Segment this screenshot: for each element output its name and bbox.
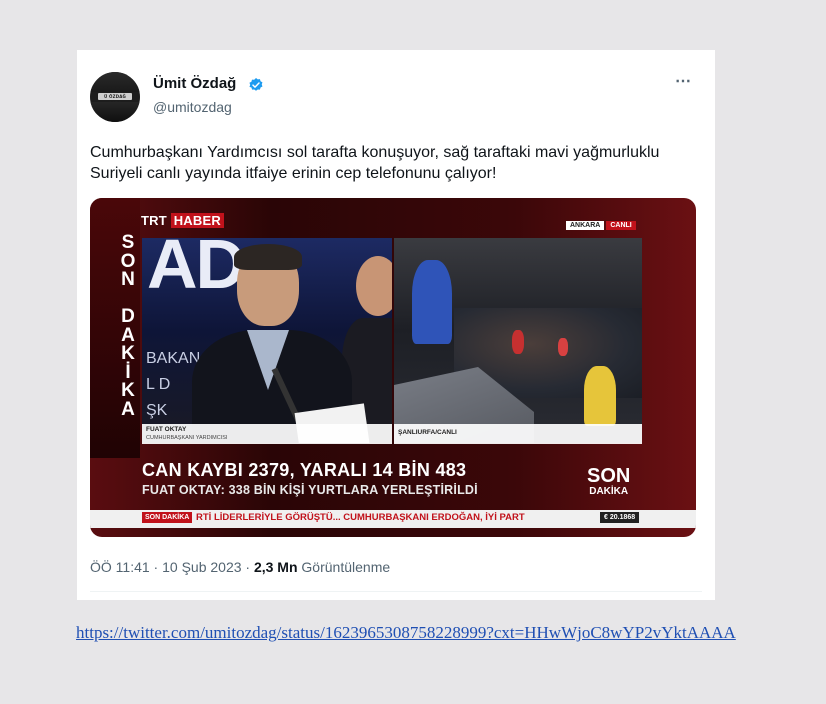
ticker-tag: SON DAKİKA [142, 512, 193, 523]
second-person-head [356, 256, 392, 316]
ticker-stock: € 20.1868 [600, 512, 640, 523]
channel-name: HABER [170, 213, 224, 228]
badge-city: ANKARA [566, 221, 605, 230]
yellow-coat-person [584, 366, 616, 426]
location-caption: ŞANLIURFA/CANLI [398, 429, 457, 436]
author-handle[interactable]: @umitozdag [153, 99, 232, 115]
tweet-card: Ü ÖZDAĞ 1976 Ümit Özdağ @umitozdag ⋯ Cum… [77, 50, 715, 600]
lower-third-right: ŞANLIURFA/CANLI [394, 424, 642, 444]
avatar-top [90, 72, 140, 92]
speaker-name: FUAT OKTAY [146, 426, 187, 433]
backdrop-letters: AD [147, 238, 246, 303]
news-subline: FUAT OKTAY: 338 BİN KİŞİ YURTLARA YERLEŞ… [142, 483, 478, 497]
lower-third-left: FUAT OKTAY CUMHURBAŞKANI YARDIMCISI [142, 424, 392, 444]
avatar-band: Ü ÖZDAĞ 1976 [98, 93, 132, 106]
more-options-icon[interactable]: ⋯ [675, 74, 692, 90]
speaker-hair [234, 244, 302, 270]
avatar-bottom [90, 102, 140, 122]
tweet-meta: ÖÖ 11:41 · 10 Şub 2023 · 2,3 Mn Görüntül… [90, 559, 390, 575]
news-ticker: SON DAKİKA RTİ LİDERLERİYLE GÖRÜŞTÜ... C… [90, 510, 696, 528]
video-panel-left: AD BAKAN L D ŞK [142, 238, 392, 443]
logo-line-1: SON [587, 465, 631, 487]
views-count: 2,3 Mn [253, 559, 298, 575]
video-panel-right [394, 238, 642, 443]
news-headline: CAN KAYBI 2379, YARALI 14 BİN 483 [142, 460, 467, 480]
channel-prefix: TRT [141, 213, 171, 228]
red-helmet [512, 330, 524, 354]
tweet-text: Cumhurbaşkanı Yardımcısı sol tarafta kon… [90, 144, 660, 182]
logo-line-2: DAKİKA [589, 486, 629, 497]
channel-logo: TRT HABER [141, 213, 224, 228]
tweet-media-image[interactable]: S O N D A K İ K A TRT HABER ANKARA CANLI … [90, 198, 696, 537]
badge-live: CANLI [606, 221, 636, 230]
views-label: Görüntülenme [297, 559, 391, 575]
avatar[interactable]: Ü ÖZDAĞ 1976 [90, 72, 140, 122]
tweet-timestamp[interactable]: ÖÖ 11:41 · 10 Şub 2023 · [90, 559, 254, 575]
speaker-title: CUMHURBAŞKANI YARDIMCISI [146, 435, 228, 441]
blue-raincoat-person [412, 260, 452, 344]
vertical-son-dakika: S O N D A K İ K A [120, 232, 136, 420]
ticker-text: RTİ LİDERLERİYLE GÖRÜŞTÜ... CUMHURBAŞKAN… [196, 512, 525, 523]
divider [90, 591, 702, 592]
tweet-source-link[interactable]: https://twitter.com/umitozdag/status/162… [76, 620, 776, 646]
live-badges: ANKARA CANLI [566, 214, 638, 232]
verified-badge-icon [249, 78, 263, 91]
red-helmet-2 [558, 338, 568, 356]
author-name[interactable]: Ümit Özdağ [153, 75, 236, 92]
son-dakika-logo: SON DAKİKA [587, 466, 630, 498]
